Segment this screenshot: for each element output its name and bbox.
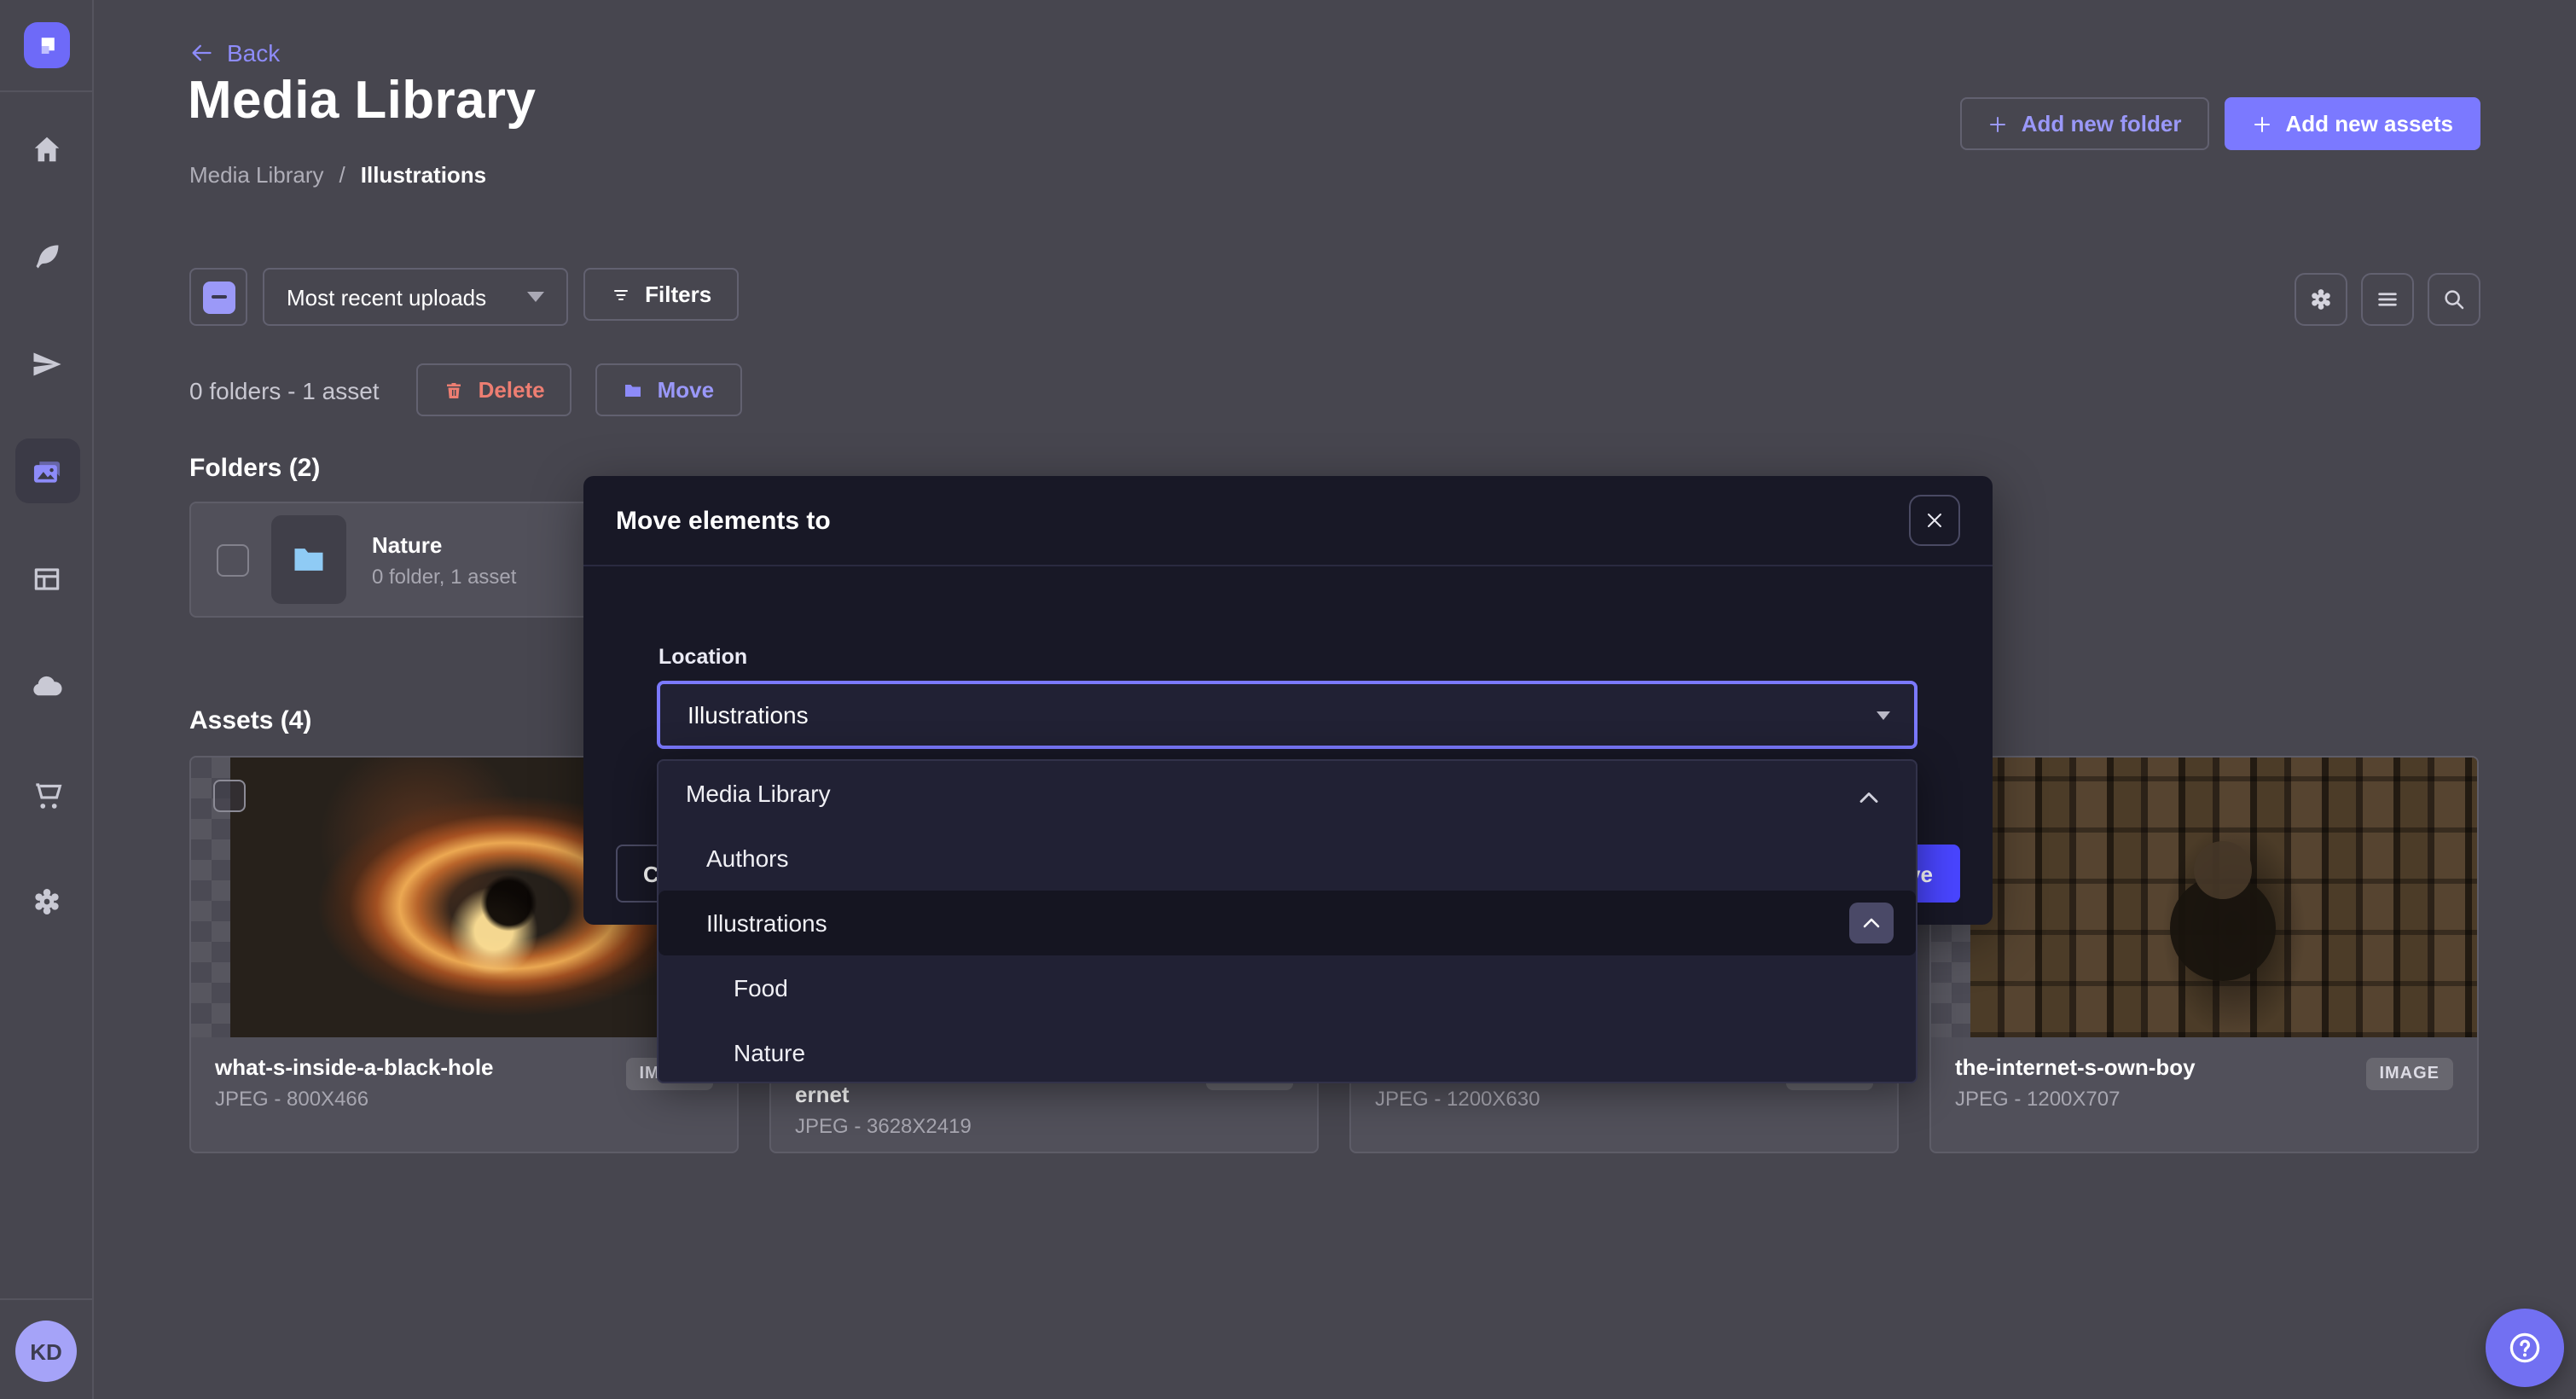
dropdown-option-nature[interactable]: Nature	[659, 1020, 1916, 1083]
dropdown-option-media-library[interactable]: Media Library	[659, 761, 1916, 826]
modal-title: Move elements to	[616, 506, 831, 535]
modal-header: Move elements to	[583, 476, 1993, 566]
option-label: Illustrations	[706, 909, 827, 937]
help-button question-mark-icon[interactable]	[2486, 1309, 2564, 1387]
dropdown-option-authors[interactable]: Authors	[659, 826, 1916, 891]
option-label: Media Library	[686, 780, 831, 807]
dropdown-option-food[interactable]: Food	[659, 955, 1916, 1020]
location-label: Location	[659, 645, 747, 669]
option-label: Nature	[734, 1039, 805, 1066]
collapse-button chevron-up-icon[interactable]	[1849, 903, 1894, 943]
option-label: Authors	[706, 845, 789, 872]
caret-down-icon	[1877, 711, 1890, 719]
chevron-up-icon[interactable]	[1858, 783, 1880, 798]
app-root: KD Back Media Library Media Library / Il…	[0, 0, 2576, 1399]
dropdown-option-illustrations[interactable]: Illustrations	[659, 891, 1916, 955]
location-select[interactable]: Illustrations	[657, 681, 1917, 749]
location-dropdown: Media Library Authors Illustrations Food…	[657, 759, 1917, 1083]
option-label: Food	[734, 974, 788, 1001]
modal-layer: Move elements to Location Illustrations …	[0, 0, 2576, 1399]
location-select-value: Illustrations	[688, 701, 809, 729]
modal-close-button close-icon[interactable]	[1909, 495, 1960, 546]
